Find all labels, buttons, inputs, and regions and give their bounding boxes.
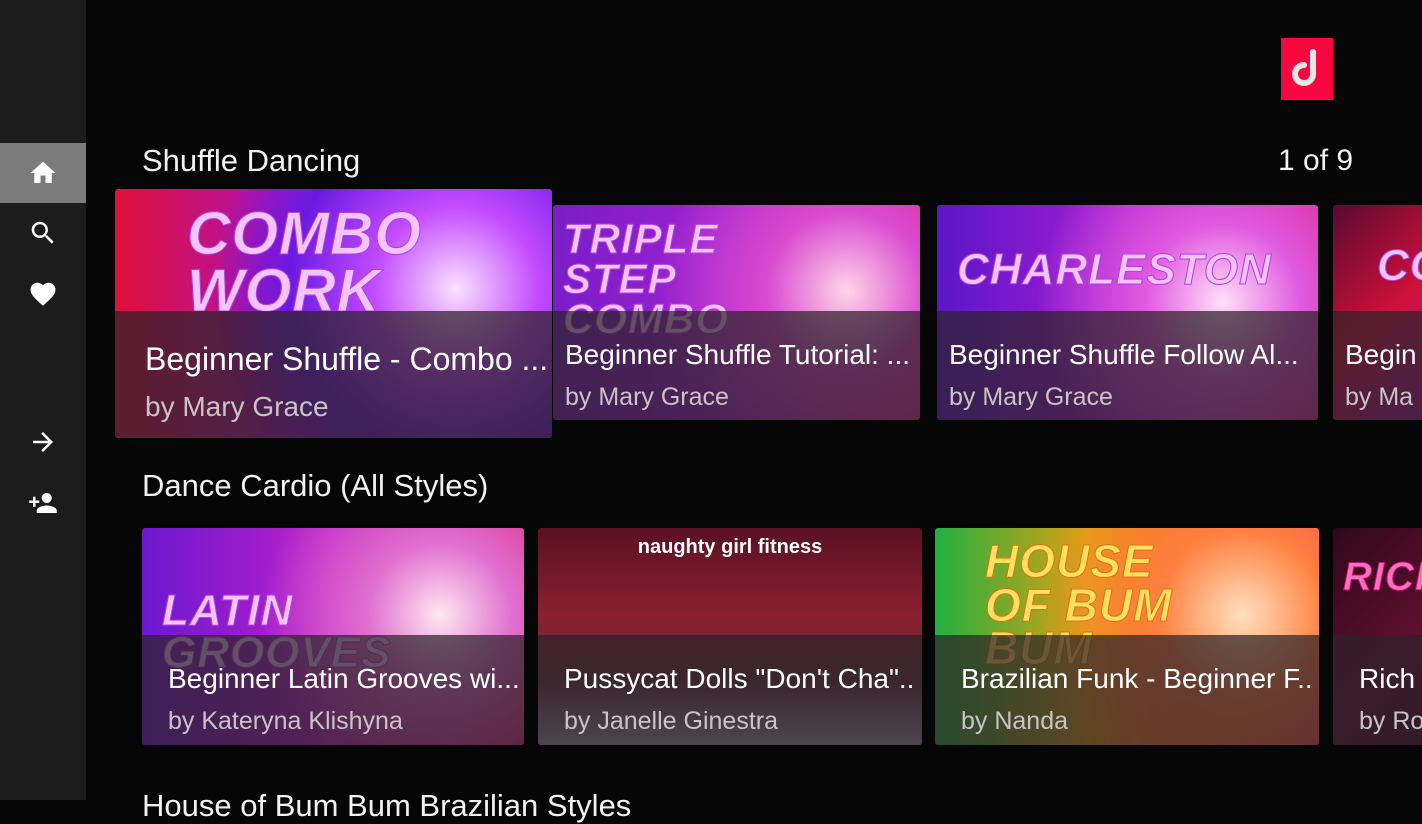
card-overlay: Brazilian Funk - Beginner F... by Nanda [935,635,1319,745]
card-overlay: Beginner Shuffle Follow Al... by Mary Gr… [937,311,1318,420]
card-author: by Mary Grace [949,383,1113,411]
card-title: Beginner Shuffle - Combo ... [145,341,546,377]
row-title: House of Bum Bum Brazilian Styles [142,788,632,823]
person-add-icon [29,493,57,513]
home-icon [30,161,56,183]
card-overlay: Beginner Latin Grooves wi... by Kateryna… [142,635,524,745]
card-overlay: Pussycat Dolls "Don't Cha"... by Janelle… [538,635,922,745]
arrow-right-icon [33,432,53,452]
card-author: by Ma [1345,383,1414,411]
card-title: Beginner Shuffle Tutorial: ... [565,339,911,370]
sidebar [0,0,86,800]
thumbnail-art-text: naughty girl fitness [637,536,823,558]
video-card[interactable]: CO Begin by Ma [1333,205,1422,420]
row-title: Dance Cardio (All Styles) [142,468,489,503]
sidebar-item-search[interactable] [0,203,86,263]
card-title: Pussycat Dolls "Don't Cha"... [564,663,916,694]
sidebar-item-favorites[interactable] [0,264,86,324]
video-card[interactable]: RICH & Rich by Ro [1333,528,1422,745]
card-title: Begin [1345,339,1417,370]
row-title: Shuffle Dancing [142,143,361,178]
card-title: Rich [1359,663,1416,694]
sidebar-item-home[interactable] [0,143,86,203]
card-title: Beginner Shuffle Follow Al... [949,339,1299,370]
card-author: by Janelle Ginestra [564,707,779,735]
card-overlay: Rich by Ro [1333,635,1422,745]
search-icon [31,221,54,244]
card-title: Brazilian Funk - Beginner F... [961,663,1313,694]
video-card[interactable]: HOUSE OF BUM BUM Brazilian Funk - Beginn… [935,528,1319,745]
card-title: Beginner Latin Grooves wi... [168,663,518,694]
sidebar-item-sign-in[interactable] [0,412,86,472]
sidebar-item-sign-up[interactable] [0,473,86,533]
card-author: by Mary Grace [145,391,329,422]
page-indicator: 1 of 9 [1278,144,1354,177]
video-card[interactable]: COMBO WORK Beginner Shuffle - Combo ... … [115,189,552,438]
thumbnail-art-text: COMBO WORK [187,200,422,324]
card-author: by Kateryna Klishyna [168,707,403,735]
card-author: by Ro [1359,707,1422,735]
video-card[interactable]: TRIPLE STEP COMBO Beginner Shuffle Tutor… [553,205,920,420]
thumbnail-art-text: RICH & [1343,555,1422,599]
card-overlay: Beginner Shuffle Tutorial: ... by Mary G… [553,311,920,420]
heart-icon [30,282,56,306]
video-card[interactable]: naughty girl fitness Pussycat Dolls "Don… [538,528,922,745]
card-author: by Mary Grace [565,383,729,411]
thumbnail-art-text: CO [1377,241,1422,290]
card-overlay: Beginner Shuffle - Combo ... by Mary Gra… [115,311,552,438]
video-card[interactable]: LATIN GROOVES Beginner Latin Grooves wi.… [142,528,524,745]
card-author: by Nanda [961,707,1069,735]
app-logo [1281,38,1333,100]
card-overlay: Begin by Ma [1333,311,1422,420]
video-card[interactable]: CHARLESTON Beginner Shuffle Follow Al...… [937,205,1318,420]
thumbnail-art-text: CHARLESTON [957,245,1272,294]
